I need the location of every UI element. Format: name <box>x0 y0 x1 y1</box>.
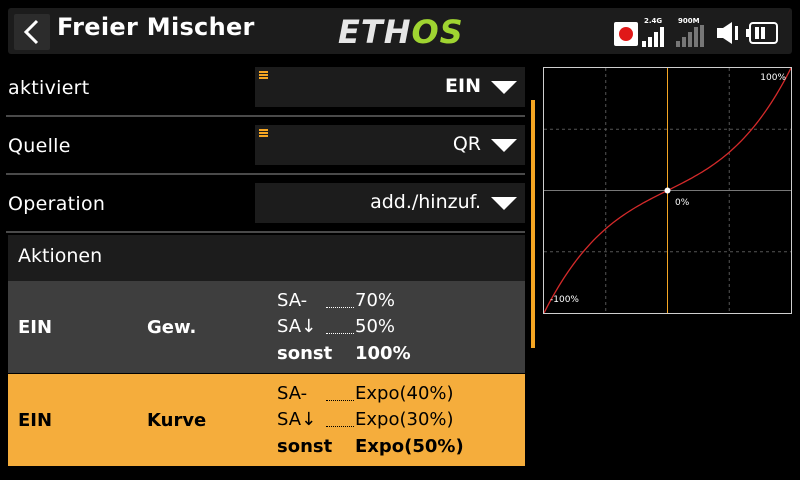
condition-switch: SA↓ <box>277 316 317 337</box>
quelle-label: Quelle <box>8 135 71 157</box>
action-row[interactable]: EIN Gew. SA- 70% SA↓ 50% sonst 100% <box>8 281 525 373</box>
quelle-value: QR <box>452 133 481 155</box>
label-center: 0% <box>675 198 690 208</box>
condition-value: Expo(40%) <box>355 383 454 404</box>
action-state: EIN <box>18 410 53 431</box>
dotted-leader <box>326 426 354 427</box>
action-state: EIN <box>18 317 53 338</box>
condition-switch: SA- <box>277 383 308 404</box>
actions-header: Aktionen <box>8 235 525 281</box>
condition-value: 100% <box>355 343 411 364</box>
operation-select[interactable]: add./hinzuf. <box>255 183 525 223</box>
condition-value: 50% <box>355 316 396 337</box>
condition-switch: sonst <box>277 436 333 457</box>
condition-value: 70% <box>355 290 396 311</box>
dotted-leader <box>326 307 354 308</box>
aktiviert-select[interactable]: EIN <box>255 67 525 107</box>
dotted-leader <box>326 400 354 401</box>
battery-icon <box>746 22 778 44</box>
back-button[interactable] <box>14 14 50 50</box>
condition-switch: sonst <box>277 343 333 364</box>
condition-switch: SA↓ <box>277 409 317 430</box>
aktiviert-value: EIN <box>445 75 481 97</box>
condition-value: Expo(50%) <box>355 436 464 457</box>
divider <box>6 115 525 117</box>
condition-switch: SA- <box>277 290 308 311</box>
action-row-selected[interactable]: EIN Kurve SA- Expo(40%) SA↓ Expo(30%) so… <box>8 374 525 466</box>
quelle-select[interactable]: QR <box>255 125 525 165</box>
operation-value: add./hinzuf. <box>370 191 481 213</box>
divider <box>6 231 525 233</box>
dropdown-arrow-icon <box>491 139 517 152</box>
action-type: Gew. <box>147 317 197 338</box>
curve-plot <box>544 68 791 313</box>
label-max: 100% <box>760 73 786 83</box>
menu-icon <box>259 71 268 80</box>
menu-icon <box>259 129 268 138</box>
volume-icon[interactable] <box>716 20 742 46</box>
divider <box>6 173 525 175</box>
action-type: Kurve <box>147 410 207 431</box>
curve-chart: 100% -100% 0% <box>543 67 792 314</box>
condition-value: Expo(30%) <box>355 409 454 430</box>
page-title: Freier Mischer <box>57 13 255 41</box>
scrollbar[interactable] <box>531 100 535 348</box>
dotted-leader <box>326 333 354 334</box>
record-icon[interactable] <box>614 22 638 46</box>
dropdown-arrow-icon <box>491 81 517 94</box>
dropdown-arrow-icon <box>491 197 517 210</box>
aktiviert-label: aktiviert <box>8 77 90 99</box>
operation-label: Operation <box>8 193 106 215</box>
label-min: -100% <box>550 295 579 305</box>
chevron-left-icon <box>23 19 39 45</box>
actions-header-label: Aktionen <box>18 245 103 267</box>
ethos-logo: ETHOS <box>338 13 464 51</box>
cursor-point <box>664 187 671 194</box>
